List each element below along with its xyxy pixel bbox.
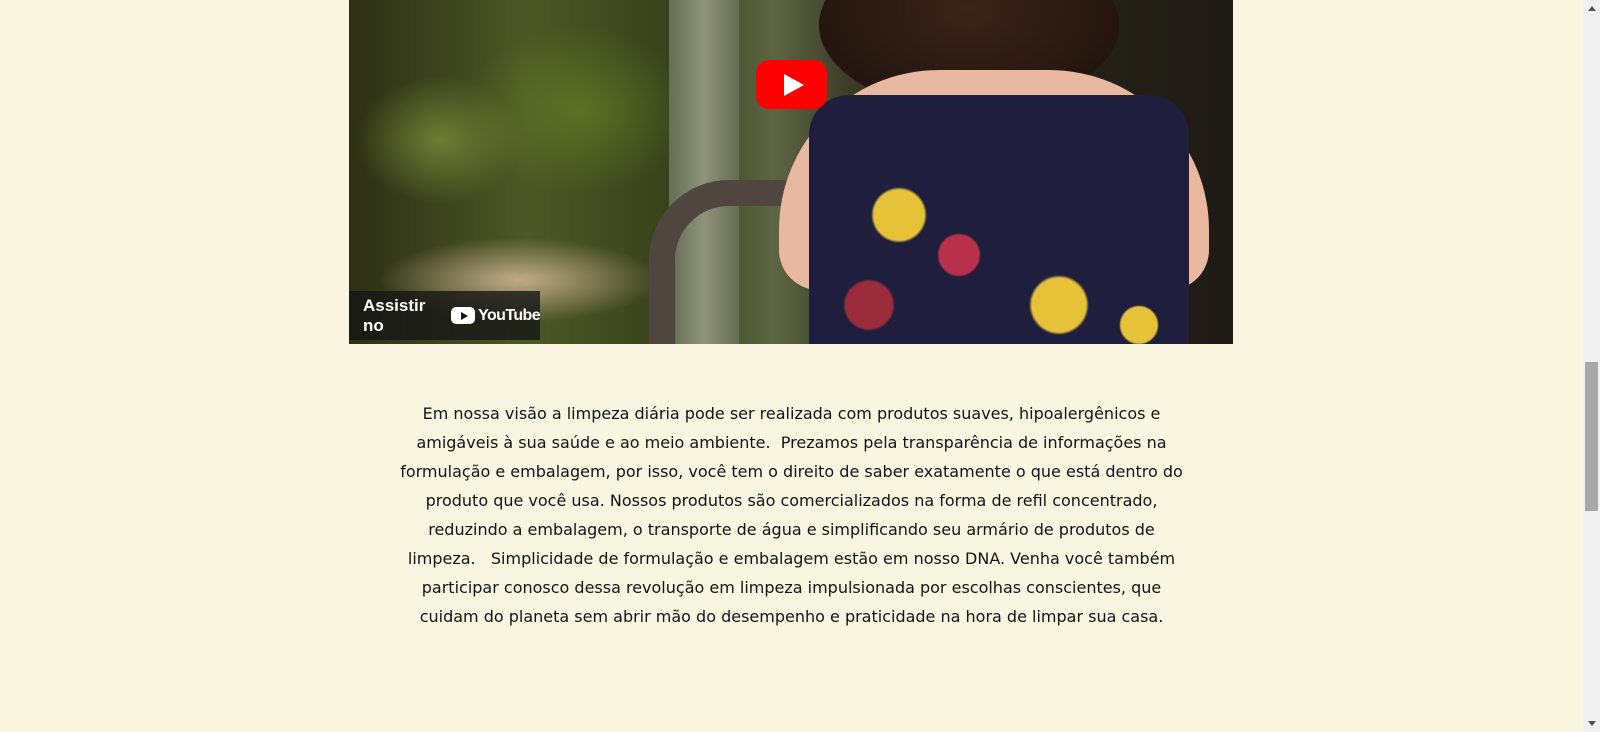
watch-on-label: Assistir no xyxy=(363,295,426,335)
vertical-scrollbar[interactable] xyxy=(1583,0,1600,732)
page: Assistir no YouTube Em nossa visão a lim… xyxy=(0,0,1583,732)
about-description: Em nossa visão a limpeza diária pode ser… xyxy=(400,404,1188,626)
youtube-video-embed[interactable]: Assistir no YouTube xyxy=(349,0,1233,344)
play-icon xyxy=(783,73,804,96)
scroll-up-arrow-icon[interactable] xyxy=(1583,0,1600,17)
scroll-thumb[interactable] xyxy=(1585,362,1598,511)
video-thumbnail-dress xyxy=(809,95,1189,344)
scroll-down-arrow-icon[interactable] xyxy=(1583,715,1600,732)
watch-on-youtube-button[interactable]: Assistir no YouTube xyxy=(349,291,541,340)
youtube-logo-icon: YouTube xyxy=(451,306,541,325)
play-button[interactable] xyxy=(756,60,827,109)
youtube-wordmark: YouTube xyxy=(478,306,540,324)
